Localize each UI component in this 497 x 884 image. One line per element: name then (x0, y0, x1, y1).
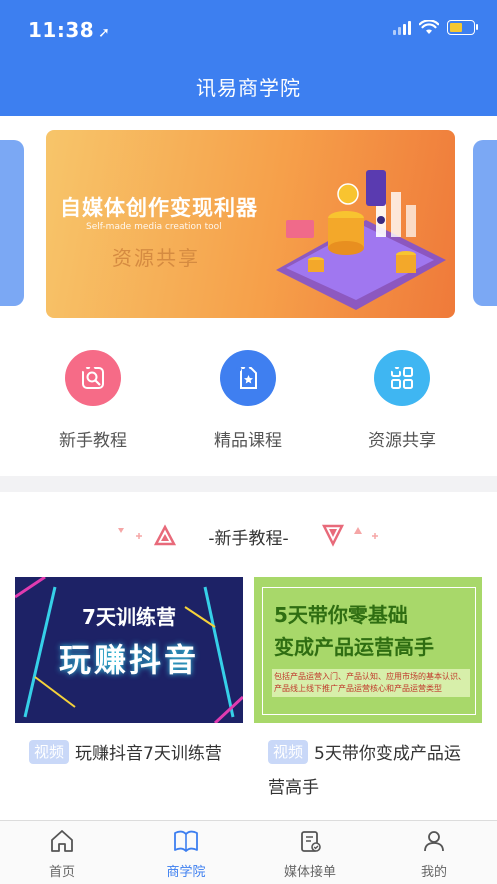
tab-business-school[interactable]: 商学院 (131, 829, 241, 880)
grid-icon (374, 350, 430, 406)
tab-label: 首页 (48, 865, 75, 880)
thumb-line2: 变成产品运营高手 (274, 635, 434, 659)
status-time: 11:38 ➚ (28, 18, 110, 42)
compass-icon (65, 350, 121, 406)
page-title: 讯易商学院 (196, 76, 301, 100)
banner-tag: 资源共享 (112, 246, 200, 270)
tab-mine[interactable]: 我的 (379, 829, 489, 880)
signal-icon (393, 20, 411, 35)
status-time-text: 11:38 (28, 18, 95, 42)
thumb-line1: 5天带你零基础 (274, 603, 408, 627)
quick-nav-label: 精品课程 (214, 431, 282, 451)
banner-slide[interactable]: 自媒体创作变现利器 Self-made media creation tool … (46, 130, 455, 318)
course-thumbnail: 5天带你零基础 变成产品运营高手 包括产品运营入门、产品认知、应用市场的基本认识… (254, 577, 482, 723)
quick-nav: 新手教程 精品课程 资源共享 (0, 350, 497, 451)
course-card-douyin[interactable]: 7天训练营 玩赚抖音 视频 玩赚抖音7天训练营 (15, 577, 243, 822)
course-card-product-ops[interactable]: 5天带你零基础 变成产品运营高手 包括产品运营入门、产品认知、应用市场的基本认识… (254, 577, 482, 822)
star-doc-icon (220, 350, 276, 406)
status-icons (393, 20, 478, 35)
user-icon (424, 831, 444, 852)
banner-illustration (276, 170, 446, 310)
app-header: 11:38 ➚ 讯易商学院 (0, 0, 497, 116)
wifi-icon (419, 20, 439, 34)
bottom-tab-bar: 首页 商学院 媒体接单 我的 (0, 820, 497, 884)
battery-icon (447, 20, 478, 35)
home-icon (51, 830, 73, 852)
section-deco-right (322, 524, 378, 547)
course-title: 玩赚抖音7天训练营 (75, 744, 222, 764)
location-arrow-icon: ➚ (98, 25, 111, 41)
thumb-line2: 玩赚抖音 (58, 641, 199, 679)
quick-nav-label: 资源共享 (368, 431, 436, 451)
tab-label: 我的 (420, 865, 447, 880)
course-caption: 视频 玩赚抖音7天训练营 (15, 723, 243, 771)
video-tag: 视频 (29, 740, 70, 764)
video-tag: 视频 (268, 740, 309, 764)
banner-title: 自媒体创作变现利器 (60, 196, 258, 220)
quick-nav-beginner[interactable]: 新手教程 (33, 350, 153, 451)
section-title: -新手教程- (208, 529, 289, 549)
banner-subtitle: Self-made media creation tool (86, 222, 222, 232)
course-caption: 视频 5天带你变成产品运营高手 (254, 723, 482, 805)
quick-nav-resources[interactable]: 资源共享 (342, 350, 462, 451)
thumb-note: 包括产品运营入门、产品认知、应用市场的基本认识、产品线上线下推广产品运营核心和产… (272, 669, 470, 697)
carousel-prev-slide[interactable] (0, 140, 24, 306)
tab-media-orders[interactable]: 媒体接单 (255, 829, 365, 880)
book-icon (174, 830, 198, 852)
tab-label: 媒体接单 (283, 865, 336, 880)
tab-home[interactable]: 首页 (7, 829, 117, 880)
thumb-line1: 7天训练营 (82, 605, 176, 629)
course-thumbnail: 7天训练营 玩赚抖音 (15, 577, 243, 723)
quick-nav-premium[interactable]: 精品课程 (188, 350, 308, 451)
clipboard-icon (301, 831, 321, 852)
carousel-next-slide[interactable] (473, 140, 497, 306)
quick-nav-label: 新手教程 (59, 431, 127, 451)
tab-label: 商学院 (166, 865, 206, 880)
